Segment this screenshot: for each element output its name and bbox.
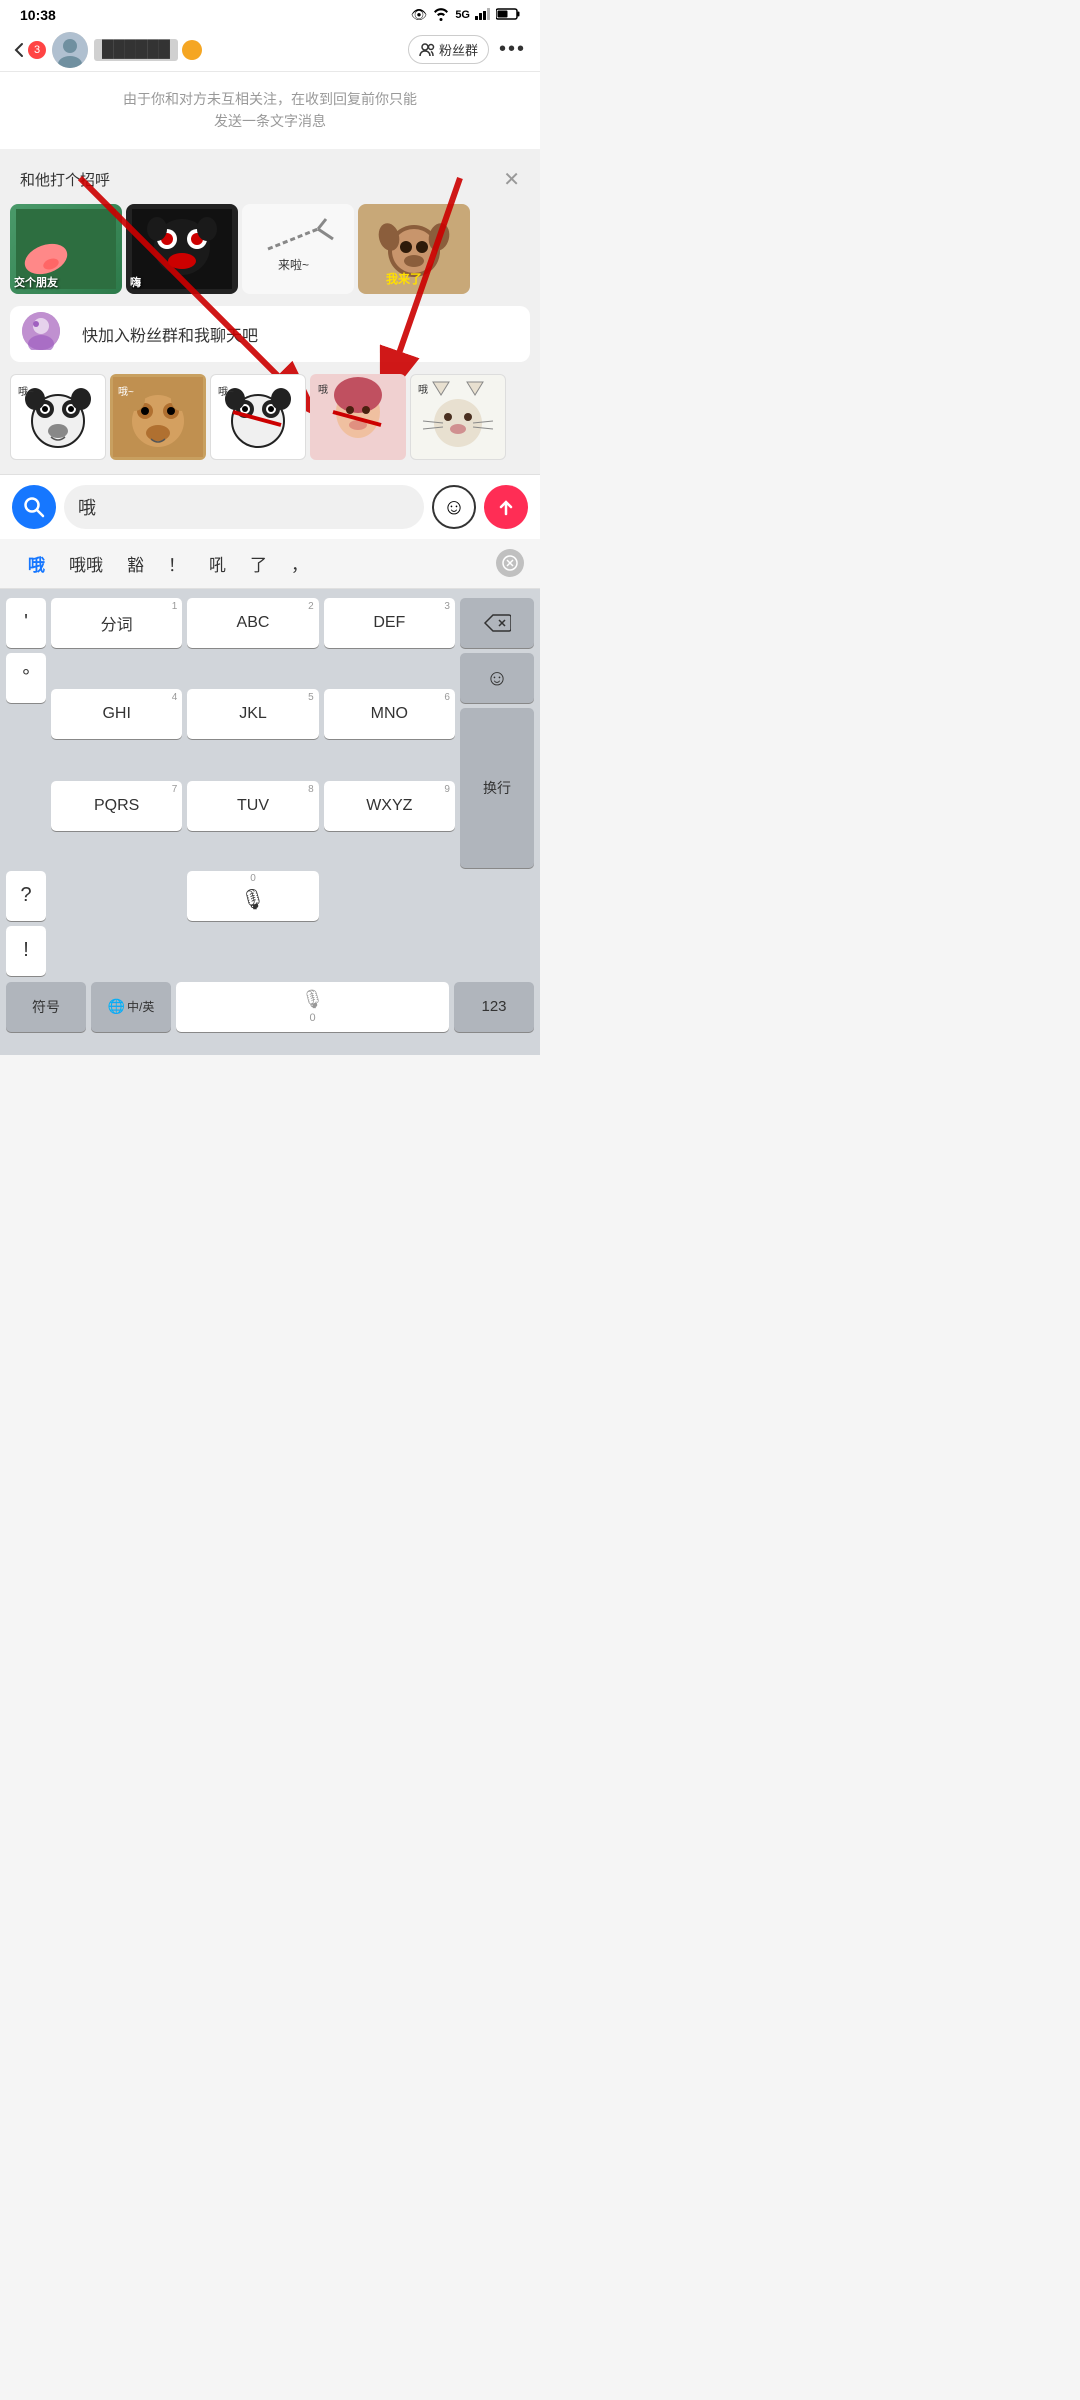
- 5g-label: 5G: [455, 9, 470, 21]
- sticker-b5[interactable]: 哦: [410, 374, 506, 460]
- greeting-close-button[interactable]: ✕: [503, 167, 520, 192]
- user-avatar: [52, 32, 88, 68]
- svg-text:哦~: 哦~: [18, 386, 34, 398]
- key-1-fenci[interactable]: 1 分词: [51, 598, 182, 648]
- svg-text:我来了: 我来了: [386, 271, 422, 286]
- key-comma[interactable]: ': [6, 598, 46, 648]
- send-button[interactable]: [484, 485, 528, 529]
- suggestion-4[interactable]: 吼: [197, 547, 238, 580]
- status-bar: 10:38 👁 5G: [0, 0, 540, 28]
- key-0-space[interactable]: 0 🎙: [187, 871, 318, 921]
- nav-right-actions: 粉丝群 •••: [408, 35, 526, 64]
- chat-bubble: 快加入粉丝群和我聊天吧: [68, 312, 518, 356]
- verified-badge: [182, 40, 202, 60]
- lang-key[interactable]: 🌐 中/英: [91, 982, 171, 1032]
- keyboard-bottom-row: 符号 🌐 中/英 🎙 0 123: [0, 979, 540, 1035]
- svg-text:哦~: 哦~: [218, 386, 234, 398]
- fans-group-button[interactable]: 粉丝群: [408, 35, 489, 64]
- symbols-key[interactable]: 符号: [6, 982, 86, 1032]
- suggestion-6[interactable]: ，: [279, 547, 320, 580]
- eye-icon: 👁: [411, 7, 428, 23]
- notice-area: 由于你和对方未互相关注，在收到回复前你只能 发送一条文字消息: [0, 72, 540, 149]
- chat-message-text: 快加入粉丝群和我聊天吧: [82, 328, 258, 345]
- svg-text:来啦~: 来啦~: [278, 257, 309, 272]
- text-input[interactable]: [64, 485, 424, 529]
- sticker-2-label: 嗨: [130, 274, 141, 290]
- chat-area: 和他打个招呼 ✕ 交个朋友: [0, 149, 540, 474]
- chat-message-row: 快加入粉丝群和我聊天吧: [10, 306, 530, 362]
- suggestion-delete-button[interactable]: [496, 549, 524, 577]
- suggestion-3[interactable]: ！: [156, 547, 197, 580]
- top-sticker-row: 交个朋友 嗨 来啦~: [0, 200, 540, 298]
- space-label: 0: [309, 1012, 315, 1024]
- svg-text:哦~: 哦~: [118, 386, 134, 398]
- emoji-keyboard-button[interactable]: ☺: [460, 653, 534, 703]
- key-question[interactable]: ?: [6, 871, 46, 921]
- back-badge: 3: [28, 41, 46, 59]
- space-key[interactable]: 🎙 0: [176, 982, 449, 1032]
- status-time: 10:38: [20, 7, 56, 23]
- bottom-sticker-row: 哦~ 哦~: [0, 370, 540, 464]
- space-mic-icon: 🎙: [301, 989, 324, 1010]
- nav-title-area: ██████: [94, 39, 408, 61]
- num-123-label: 123: [481, 998, 506, 1015]
- enter-label: 换行: [483, 778, 511, 798]
- sticker-b4[interactable]: 哦: [310, 374, 406, 460]
- suggestion-5[interactable]: 了: [238, 547, 279, 580]
- sticker-b3[interactable]: 哦~: [210, 374, 306, 460]
- enter-key[interactable]: 换行: [460, 708, 534, 868]
- sticker-b1[interactable]: 哦~: [10, 374, 106, 460]
- sticker-1-label: 交个朋友: [14, 274, 58, 290]
- sticker-4[interactable]: 我来了: [358, 204, 470, 294]
- sticker-1[interactable]: 交个朋友: [10, 204, 122, 294]
- status-icons: 👁 5G: [411, 7, 520, 24]
- greeting-title: 和他打个招呼: [20, 169, 110, 190]
- back-button[interactable]: 3: [14, 41, 46, 59]
- key-2-abc[interactable]: 2 ABC: [187, 598, 318, 648]
- symbols-label: 符号: [32, 997, 60, 1017]
- suggestion-0[interactable]: 哦: [16, 547, 57, 580]
- key-7-pqrs[interactable]: 7 PQRS: [51, 781, 182, 831]
- sender-avatar: [22, 312, 60, 350]
- sticker-b2[interactable]: 哦~: [110, 374, 206, 460]
- keyboard: ' ° 1 分词 2 ABC 3 DEF 4 GHI 5: [0, 589, 540, 1055]
- key-4-ghi[interactable]: 4 GHI: [51, 689, 182, 739]
- num-123-key[interactable]: 123: [454, 982, 534, 1032]
- signal-icon: [475, 8, 491, 23]
- search-icon-button[interactable]: [12, 485, 56, 529]
- lang-globe-icon: 🌐: [108, 998, 125, 1015]
- mic-icon: 🎙: [240, 887, 265, 912]
- emoji-keyboard-icon: ☺: [486, 665, 508, 691]
- svg-text:哦: 哦: [418, 384, 428, 396]
- key-9-wxyz[interactable]: 9 WXYZ: [324, 781, 455, 831]
- fans-group-label: 粉丝群: [439, 40, 478, 59]
- emoji-icon: ☺: [443, 494, 465, 520]
- key-degree[interactable]: °: [6, 653, 46, 703]
- notice-text: 由于你和对方未互相关注，在收到回复前你只能 发送一条文字消息: [123, 91, 417, 129]
- key-5-jkl[interactable]: 5 JKL: [187, 689, 318, 739]
- input-area: ☺: [0, 474, 540, 539]
- wifi-icon: [432, 7, 450, 24]
- suggestion-1[interactable]: 哦哦: [57, 547, 115, 580]
- svg-text:哦: 哦: [318, 384, 328, 396]
- sticker-2[interactable]: 嗨: [126, 204, 238, 294]
- battery-icon: [496, 8, 520, 23]
- emoji-button[interactable]: ☺: [432, 485, 476, 529]
- suggestion-2[interactable]: 豁: [115, 547, 156, 580]
- greeting-header: 和他打个招呼 ✕: [0, 159, 540, 200]
- key-6-mno[interactable]: 6 MNO: [324, 689, 455, 739]
- key-exclamation[interactable]: !: [6, 926, 46, 976]
- suggestions-bar: 哦 哦哦 豁 ！ 吼 了 ，: [0, 539, 540, 589]
- user-name: ██████: [94, 39, 178, 61]
- key-8-tuv[interactable]: 8 TUV: [187, 781, 318, 831]
- sticker-3[interactable]: 来啦~: [242, 204, 354, 294]
- key-3-def[interactable]: 3 DEF: [324, 598, 455, 648]
- backspace-button[interactable]: [460, 598, 534, 648]
- more-button[interactable]: •••: [499, 38, 526, 61]
- nav-bar: 3 ██████ 粉丝群 •••: [0, 28, 540, 72]
- lang-label: 中/英: [127, 998, 154, 1015]
